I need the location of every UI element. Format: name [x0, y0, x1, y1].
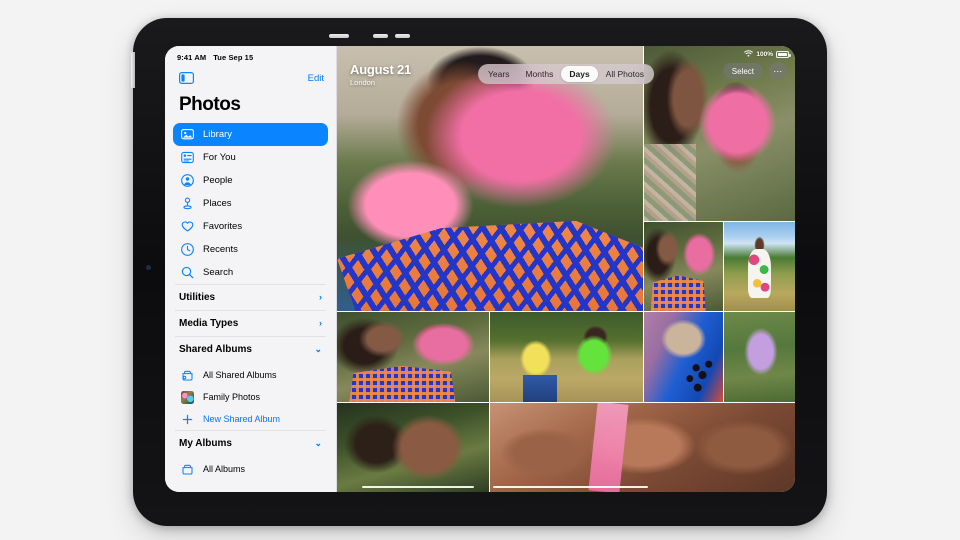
search-icon — [181, 266, 194, 279]
status-bar-date: Tue Sep 15 — [213, 53, 254, 62]
photo-thumbnail — [644, 311, 724, 402]
heart-icon — [181, 220, 194, 233]
sidebar-item-all-albums[interactable]: All Albums — [173, 458, 328, 480]
sidebar-item-favorites[interactable]: Favorites — [173, 215, 328, 238]
sidebar-item-label: Favorites — [203, 221, 243, 232]
sidebar-item-label: Library — [203, 129, 233, 140]
day-header: August 21 London — [350, 62, 411, 87]
shared-album-icon — [181, 369, 194, 382]
chevron-down-icon[interactable]: ⌄ — [314, 439, 322, 448]
battery-full-icon — [776, 51, 791, 58]
select-button[interactable]: Select — [722, 63, 763, 79]
sidebar-top-row: Edit — [165, 63, 336, 87]
photo-cell-field2[interactable] — [724, 222, 795, 311]
sidebar-item-library[interactable]: Library — [173, 123, 328, 146]
ellipsis-icon[interactable]: ⋯ — [769, 62, 787, 80]
sidebar-item-recents[interactable]: Recents — [173, 238, 328, 261]
sidebar-item-label: For You — [203, 152, 236, 163]
sub-item-label: Family Photos — [203, 392, 261, 402]
sidebar-item-places[interactable]: Places — [173, 192, 328, 215]
chevron-down-icon[interactable]: ⌄ — [314, 345, 322, 354]
shared-albums-list: All Shared Albums Family Photos New Shar… — [165, 362, 336, 430]
map-pin-icon — [181, 197, 194, 210]
front-camera-icon — [146, 265, 151, 270]
photos-sidebar: 9:41 AM Tue Sep 15 Edit Photos Library F… — [165, 46, 337, 492]
section-label: My Albums — [179, 438, 232, 449]
person-circle-icon — [181, 174, 194, 187]
for-you-icon — [181, 151, 194, 164]
sidebar-section-my-albums[interactable]: My Albums ⌄ — [175, 430, 326, 456]
day-title: August 21 — [350, 62, 412, 77]
sidebar-item-label: Recents — [203, 244, 238, 255]
clock-icon — [181, 243, 194, 256]
sidebar-section-utilities[interactable]: Utilities › — [175, 284, 326, 310]
volume-up-button[interactable] — [373, 34, 388, 38]
photo-cell-pair2[interactable] — [337, 311, 489, 402]
side-button[interactable] — [131, 52, 135, 88]
plus-icon — [181, 413, 194, 426]
home-indicator-right[interactable] — [492, 486, 649, 488]
battery-percent-label: 100% — [756, 51, 773, 58]
album-icon — [181, 463, 194, 476]
photo-cell-pair[interactable] — [644, 222, 724, 311]
photo-cell-field[interactable] — [489, 311, 644, 402]
photo-thumbnail — [724, 311, 795, 402]
pane-toolbar: Select ⋯ — [722, 62, 787, 80]
chevron-right-icon[interactable]: › — [319, 293, 322, 302]
section-label: Utilities — [179, 292, 216, 303]
sidebar-item-label: Places — [203, 198, 232, 209]
segment-days[interactable]: Days — [561, 66, 598, 82]
home-indicator-left[interactable] — [362, 486, 475, 488]
chevron-right-icon[interactable]: › — [319, 319, 322, 328]
sidebar-toggle-icon[interactable] — [179, 72, 194, 84]
sidebar-item-new-shared-album[interactable]: New Shared Album — [173, 408, 328, 430]
photo-cell-purple[interactable] — [724, 311, 795, 402]
sidebar-item-label: People — [203, 175, 233, 186]
section-label: Media Types — [179, 318, 239, 329]
sub-item-label: All Albums — [203, 464, 246, 474]
sidebar-item-people[interactable]: People — [173, 169, 328, 192]
sub-item-label: All Shared Albums — [203, 370, 277, 380]
sidebar-item-search[interactable]: Search — [173, 261, 328, 284]
sidebar-item-all-shared-albums[interactable]: All Shared Albums — [173, 364, 328, 386]
day-location: London — [350, 78, 376, 87]
power-button[interactable] — [329, 34, 349, 38]
sidebar-item-family-photos[interactable]: Family Photos — [173, 386, 328, 408]
sidebar-nav-list: Library For You People Places Favorites … — [165, 123, 336, 284]
photo-grid-pane: 100% August 21 London Years Months Days … — [337, 46, 795, 492]
edit-button[interactable]: Edit — [308, 73, 324, 84]
segment-years[interactable]: Years — [480, 66, 517, 82]
status-bar-left: 9:41 AM Tue Sep 15 — [165, 46, 336, 63]
photos-library-icon — [181, 128, 194, 141]
sidebar-item-for-you[interactable]: For You — [173, 146, 328, 169]
segment-months[interactable]: Months — [517, 66, 561, 82]
photo-thumbnail — [724, 222, 795, 311]
segment-all-photos[interactable]: All Photos — [598, 66, 652, 82]
photo-cell-kiss[interactable] — [489, 402, 795, 492]
status-bar-time: 9:41 AM — [177, 53, 207, 62]
sidebar-section-shared-albums[interactable]: Shared Albums ⌄ — [175, 336, 326, 362]
time-scope-segmented-control[interactable]: Years Months Days All Photos — [478, 64, 654, 84]
my-albums-list: All Albums — [165, 456, 336, 480]
photo-thumbnail — [489, 311, 644, 402]
photo-thumbnail — [337, 402, 489, 492]
sidebar-item-label: Search — [203, 267, 234, 278]
status-bar-right: 100% — [744, 50, 791, 59]
wifi-icon — [744, 50, 754, 59]
section-label: Shared Albums — [179, 344, 252, 355]
screenshot-stage: 9:41 AM Tue Sep 15 Edit Photos Library F… — [0, 0, 960, 540]
photo-thumbnail — [644, 222, 724, 311]
ipad-screen: 9:41 AM Tue Sep 15 Edit Photos Library F… — [165, 46, 795, 492]
sub-item-label: New Shared Album — [203, 414, 281, 424]
page-title: Photos — [179, 94, 241, 115]
photo-cell-berry[interactable] — [644, 311, 724, 402]
photo-thumbnail — [337, 311, 489, 402]
photo-thumbnail — [489, 402, 795, 492]
volume-down-button[interactable] — [395, 34, 410, 38]
sidebar-section-media-types[interactable]: Media Types › — [175, 310, 326, 336]
photo-grid — [337, 46, 795, 492]
photo-cell-smile[interactable] — [337, 402, 489, 492]
album-thumbnail — [181, 390, 194, 404]
